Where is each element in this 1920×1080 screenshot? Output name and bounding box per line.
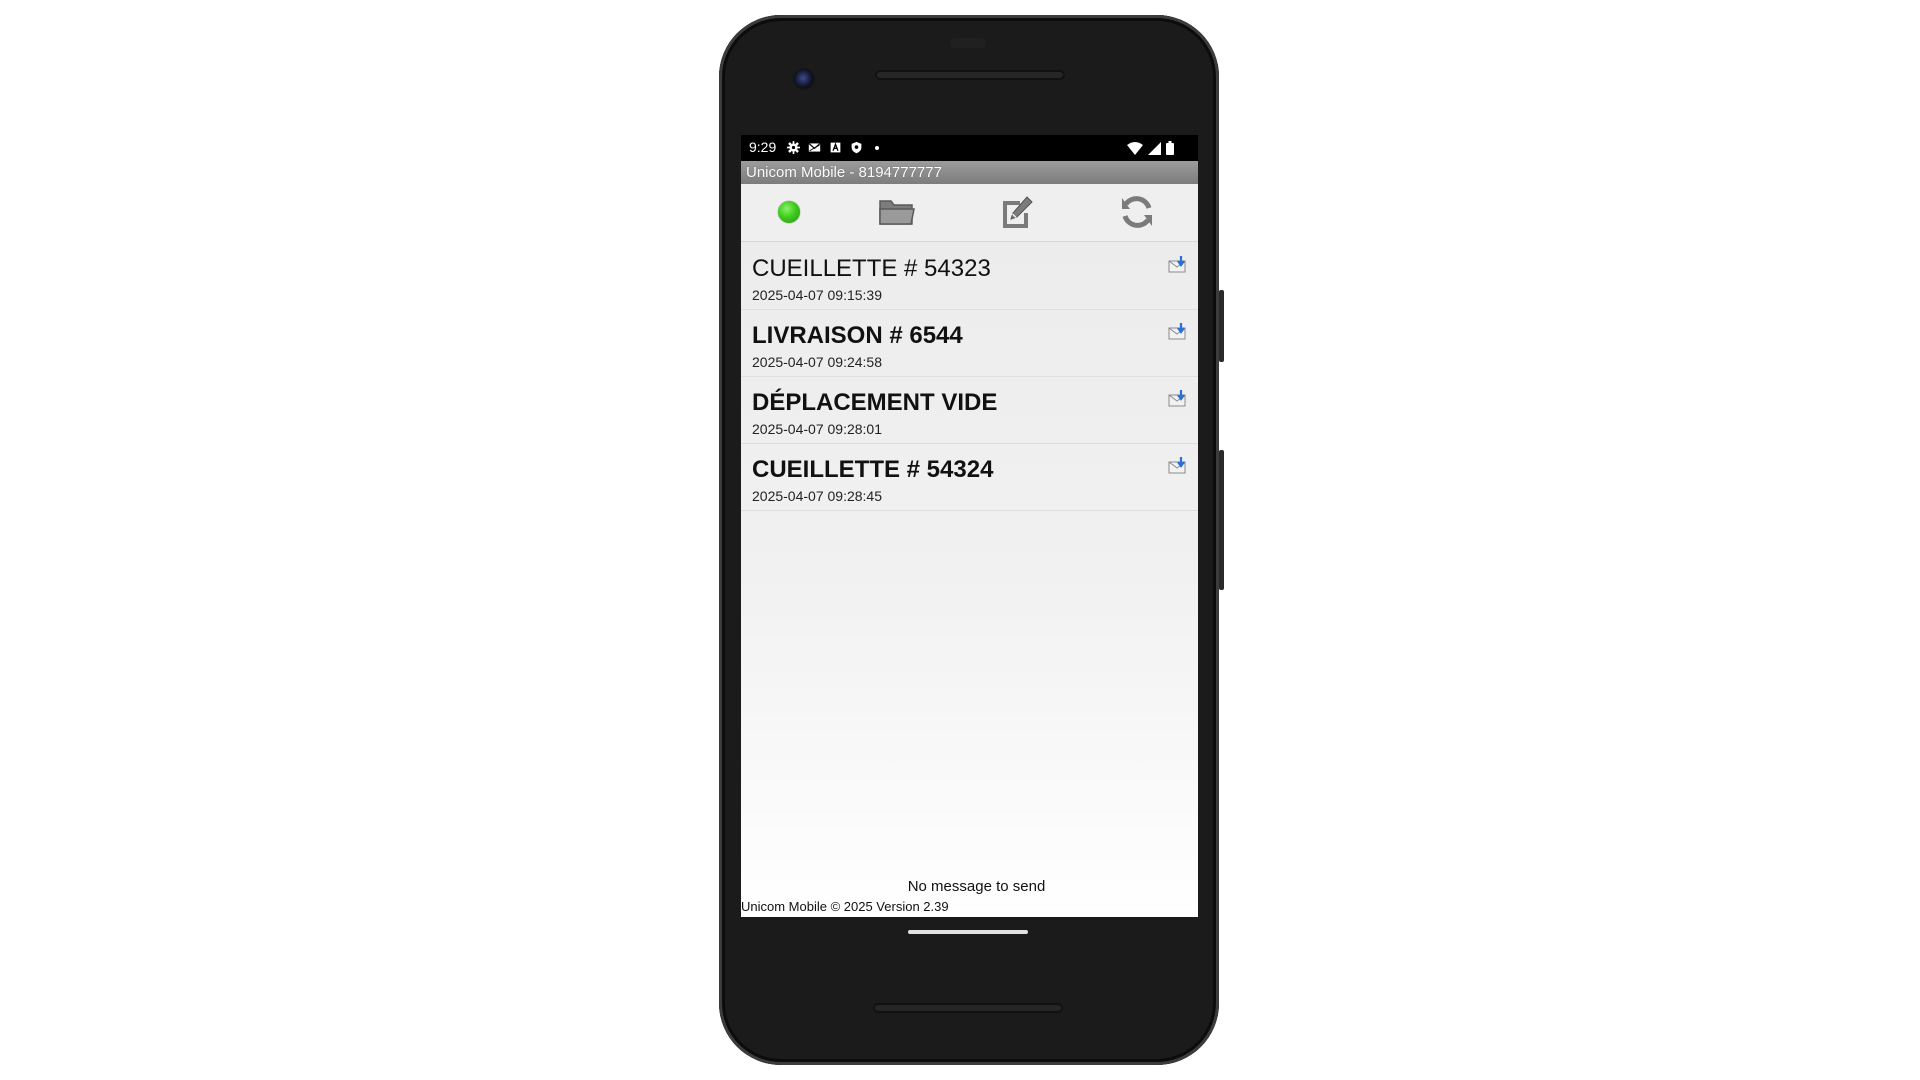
message-item[interactable]: DÉPLACEMENT VIDE 2025-04-07 09:28:01: [741, 377, 1198, 444]
compose-button[interactable]: [997, 193, 1037, 231]
message-title: LIVRAISON # 6544: [752, 322, 963, 349]
download-envelope-icon: [1168, 323, 1186, 340]
app-toolbar: [741, 184, 1198, 242]
refresh-icon: [1122, 196, 1152, 228]
battery-icon: [1166, 141, 1174, 155]
message-timestamp: 2025-04-07 09:15:39: [752, 287, 882, 303]
refresh-button[interactable]: [1117, 193, 1157, 231]
folder-icon: [879, 200, 915, 225]
message-timestamp: 2025-04-07 09:28:45: [752, 488, 882, 504]
phone-screen: 9:29 Unicom Mobile - 8194777777 CUEILLET…: [741, 135, 1198, 917]
home-gesture-bar[interactable]: [908, 930, 1028, 934]
app-window: Unicom Mobile - 8194777777 CUEILLETTE # …: [741, 161, 1198, 917]
compose-icon: [1003, 196, 1033, 228]
message-title: CUEILLETTE # 54324: [752, 456, 994, 483]
volume-button: [1219, 450, 1224, 590]
connection-status-button[interactable]: [769, 193, 809, 231]
message-timestamp: 2025-04-07 09:24:58: [752, 354, 882, 370]
more-notifications-dot: [875, 145, 879, 150]
bottom-speaker: [873, 1003, 1063, 1013]
cell-signal-icon: [1148, 141, 1161, 155]
message-timestamp: 2025-04-07 09:28:01: [752, 421, 882, 437]
folder-button[interactable]: [877, 193, 917, 231]
earpiece-speaker: [875, 70, 1065, 80]
wifi-icon: [1127, 141, 1143, 155]
status-bar: 9:29: [741, 135, 1198, 161]
message-item[interactable]: CUEILLETTE # 54324 2025-04-07 09:28:45: [741, 444, 1198, 511]
gear-icon: [787, 141, 800, 154]
status-indicator-icon: [778, 201, 800, 223]
download-envelope-icon: [1168, 256, 1186, 273]
mail-icon: [808, 142, 821, 152]
message-item[interactable]: CUEILLETTE # 54323 2025-04-07 09:15:39: [741, 243, 1198, 310]
a-box-icon: [830, 142, 841, 153]
message-title: CUEILLETTE # 54323: [752, 255, 991, 282]
download-envelope-icon: [1168, 457, 1186, 474]
status-system-icons: [1127, 141, 1174, 155]
shield-icon: [851, 141, 862, 154]
message-item[interactable]: LIVRAISON # 6544 2025-04-07 09:24:58: [741, 310, 1198, 377]
copyright-text: Unicom Mobile © 2025 Version 2.39: [741, 899, 949, 914]
send-status-text: No message to send: [907, 878, 1046, 895]
status-notification-icons: [787, 141, 879, 154]
download-envelope-icon: [1168, 390, 1186, 407]
sensor-slot: [950, 38, 986, 48]
message-title: DÉPLACEMENT VIDE: [752, 389, 998, 416]
power-button: [1219, 290, 1224, 362]
message-list: CUEILLETTE # 54323 2025-04-07 09:15:39 L…: [741, 243, 1198, 511]
app-title-bar: Unicom Mobile - 8194777777: [741, 161, 1198, 184]
front-camera: [795, 70, 813, 88]
status-time: 9:29: [749, 139, 777, 155]
